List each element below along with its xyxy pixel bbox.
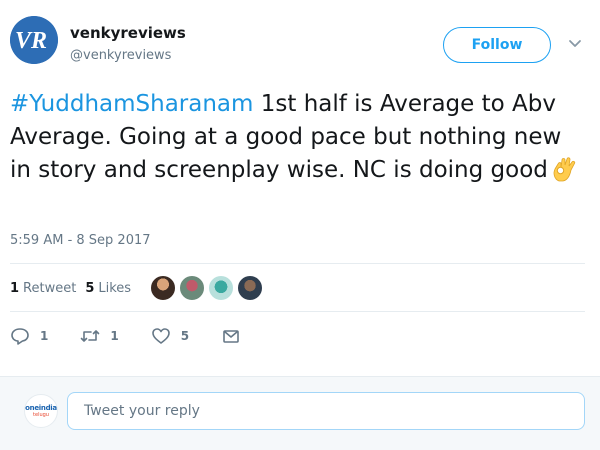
- liker-avatar[interactable]: [179, 275, 205, 301]
- reply-input[interactable]: Tweet your reply: [67, 392, 585, 430]
- divider: [10, 311, 585, 312]
- likes-stat-label: Likes: [98, 280, 132, 296]
- user-avatar[interactable]: VR: [10, 16, 58, 64]
- chevron-down-icon[interactable]: [568, 37, 582, 51]
- hashtag-link[interactable]: #YuddhamSharanam: [10, 91, 253, 117]
- svg-text:VR: VR: [15, 28, 47, 54]
- tweet-timestamp[interactable]: 5:59 AM - 8 Sep 2017: [10, 233, 151, 248]
- reply-icon: [11, 328, 29, 345]
- follow-button[interactable]: Follow: [443, 27, 551, 63]
- user-handle[interactable]: @venkyreviews: [70, 48, 171, 63]
- divider: [10, 263, 585, 264]
- reply-avatar-brand: oneindia: [25, 404, 57, 412]
- direct-message-button[interactable]: [221, 326, 241, 346]
- liker-avatar[interactable]: [208, 275, 234, 301]
- retweet-stat-count: 1: [10, 280, 20, 296]
- retweet-icon: [81, 330, 100, 342]
- ok-hand-icon: [553, 157, 576, 182]
- vr-logo-icon: VR: [10, 16, 58, 64]
- likes-stat-count: 5: [85, 280, 95, 296]
- reply-avatar: oneindia telugu: [24, 394, 58, 428]
- envelope-icon: [223, 330, 239, 343]
- tweet-text: #YuddhamSharanam 1st half is Average to …: [10, 88, 585, 187]
- retweet-stat[interactable]: 1 Retweet: [10, 281, 76, 296]
- retweet-count: 1: [110, 329, 119, 343]
- tweet-card: VR venkyreviews @venkyreviews Follow #Yu…: [0, 0, 600, 376]
- like-button[interactable]: 5: [151, 326, 189, 346]
- retweet-button[interactable]: 1: [80, 326, 119, 346]
- reply-count: 1: [40, 329, 49, 343]
- display-name[interactable]: venkyreviews: [70, 24, 186, 42]
- retweet-stat-label: Retweet: [23, 280, 77, 296]
- tweet-actions: 1 1 5: [10, 326, 273, 346]
- heart-icon: [151, 328, 170, 344]
- reply-button[interactable]: 1: [10, 326, 48, 346]
- liker-avatar[interactable]: [150, 275, 176, 301]
- likes-stat[interactable]: 5 Likes: [85, 281, 131, 296]
- reply-avatar-brand-sub: telugu: [33, 412, 49, 418]
- like-count: 5: [180, 329, 190, 343]
- tweet-stats: 1 Retweet 5 Likes: [10, 276, 140, 300]
- liker-avatar[interactable]: [237, 275, 263, 301]
- likers-avatars: [150, 275, 266, 301]
